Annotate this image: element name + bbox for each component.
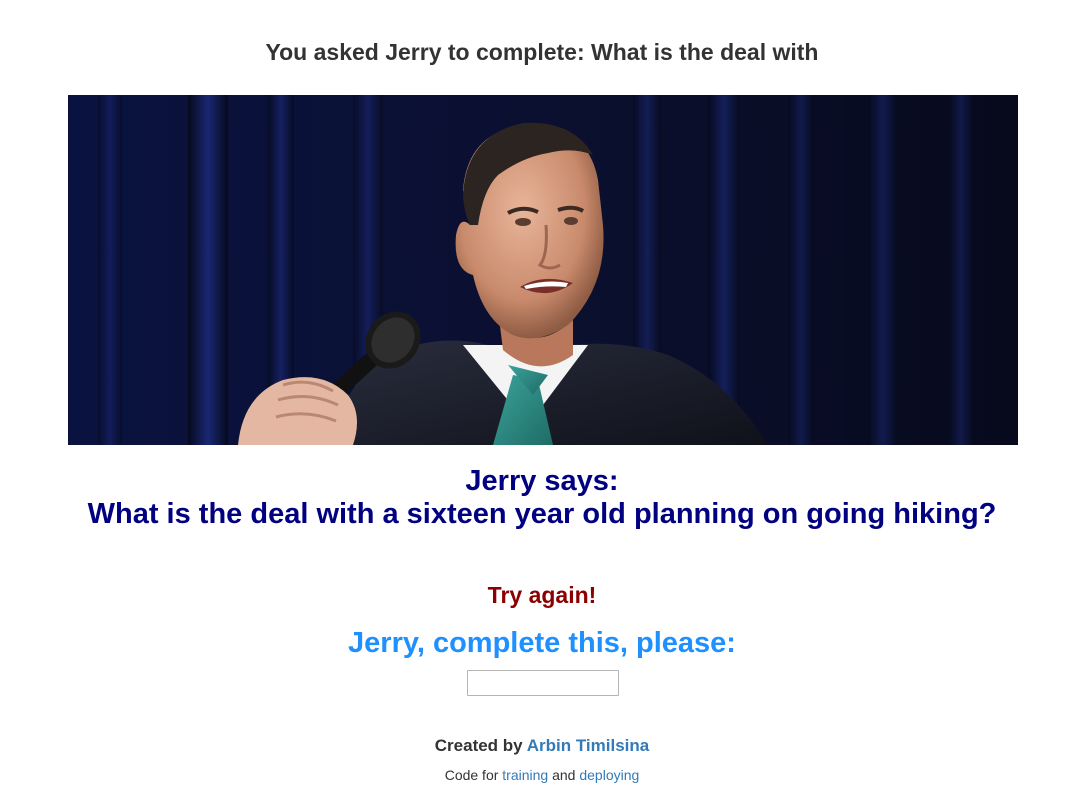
- completion-form: [467, 670, 619, 696]
- response-heading: Jerry says:: [465, 465, 619, 497]
- training-link[interactable]: training: [502, 767, 548, 783]
- jerry-photo-illustration: [68, 95, 1018, 445]
- prompt-text: What is the deal with: [591, 39, 819, 65]
- deploying-link[interactable]: deploying: [579, 767, 639, 783]
- and-label: and: [552, 767, 576, 783]
- try-again-message: Try again!: [487, 582, 597, 608]
- jerry-photo: [68, 95, 1018, 445]
- response-text: What is the deal with a sixteen year old…: [87, 498, 997, 530]
- prompt-heading: You asked Jerry to complete: What is the…: [0, 37, 1078, 67]
- credit-line: Created by Arbin Timilsina: [0, 735, 1078, 757]
- code-for-label: Code for: [444, 767, 499, 783]
- form-heading: Jerry, complete this, please:: [348, 627, 736, 659]
- prompt-prefix: You asked Jerry to complete:: [265, 39, 585, 65]
- completion-input[interactable]: [467, 670, 619, 696]
- page: You asked Jerry to complete: What is the…: [0, 0, 1078, 810]
- created-by-label: Created by: [434, 736, 523, 755]
- response-block: Jerry says: What is the deal with a sixt…: [0, 465, 1078, 531]
- code-links-line: Code for training and deploying: [0, 766, 1078, 784]
- author-link[interactable]: Arbin Timilsina: [527, 736, 650, 755]
